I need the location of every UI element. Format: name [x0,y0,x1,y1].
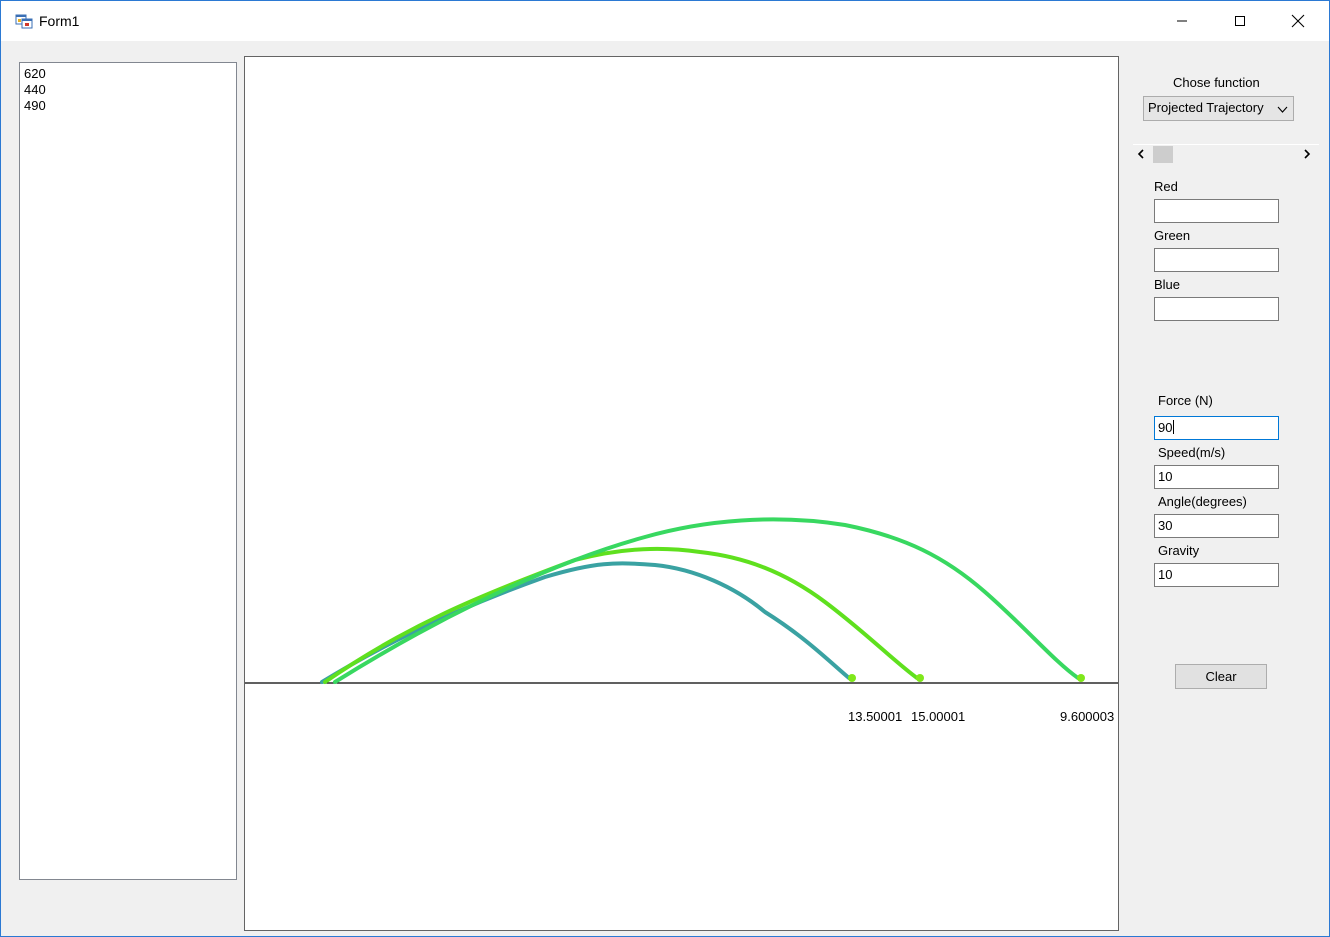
chevron-left-icon [1137,149,1144,159]
chevron-down-icon [1277,103,1288,118]
function-combobox[interactable]: Projected Trajectory [1143,96,1294,121]
speed-label: Speed(m/s) [1158,445,1226,460]
landing-point-3 [1077,674,1085,682]
scroll-left-button[interactable] [1134,147,1148,161]
window-title: Form1 [39,13,80,29]
green-input[interactable] [1154,248,1279,272]
force-value: 90 [1158,420,1173,435]
color-scrollbar[interactable] [1133,142,1319,166]
function-selected-value: Projected Trajectory [1148,100,1264,115]
angle-input[interactable]: 30 [1154,514,1279,538]
landing-label-1: 13.50001 [848,709,903,724]
landing-label-2: 15.00001 [911,709,966,724]
chevron-right-icon [1304,149,1311,159]
scrollbar-thumb[interactable] [1153,146,1173,163]
clear-button[interactable]: Clear [1175,664,1267,689]
blue-label: Blue [1154,277,1181,292]
scroll-right-button[interactable] [1300,147,1314,161]
angle-label: Angle(degrees) [1158,494,1247,509]
list-item[interactable]: 440 [24,82,232,98]
app-window: Form1 620 440 490 13.50001 15.00001 9.60… [0,0,1330,937]
scrollbar-track [1133,144,1319,145]
force-input[interactable]: 90 [1154,416,1279,440]
red-input[interactable] [1154,199,1279,223]
landing-point-2 [916,674,924,682]
title-bar[interactable]: Form1 [1,1,1329,41]
trajectory-curve-1 [320,561,851,684]
speed-input[interactable]: 10 [1154,465,1279,489]
maximize-button[interactable] [1211,1,1269,41]
gravity-label: Gravity [1158,543,1200,558]
trajectory-canvas[interactable]: 13.50001 15.00001 9.600003 [244,56,1119,931]
force-label: Force (N) [1158,393,1213,408]
function-label: Chose function [1173,75,1260,90]
maximize-icon [1235,16,1245,26]
results-listbox[interactable]: 620 440 490 [19,62,237,880]
landing-label-3: 9.600003 [1060,709,1115,724]
minimize-button[interactable] [1153,1,1211,41]
landing-point-1 [848,674,856,682]
blue-input[interactable] [1154,297,1279,321]
close-icon [1291,14,1305,28]
gravity-input[interactable]: 10 [1154,563,1279,587]
close-button[interactable] [1269,1,1327,41]
minimize-icon [1177,20,1187,22]
text-caret [1173,420,1175,434]
trajectory-curve-3 [333,517,1080,684]
list-item[interactable]: 490 [24,98,232,114]
trajectory-plot [245,517,1118,684]
green-label: Green [1154,228,1191,243]
red-label: Red [1154,179,1178,194]
list-item[interactable]: 620 [24,66,232,82]
app-icon [15,12,33,30]
